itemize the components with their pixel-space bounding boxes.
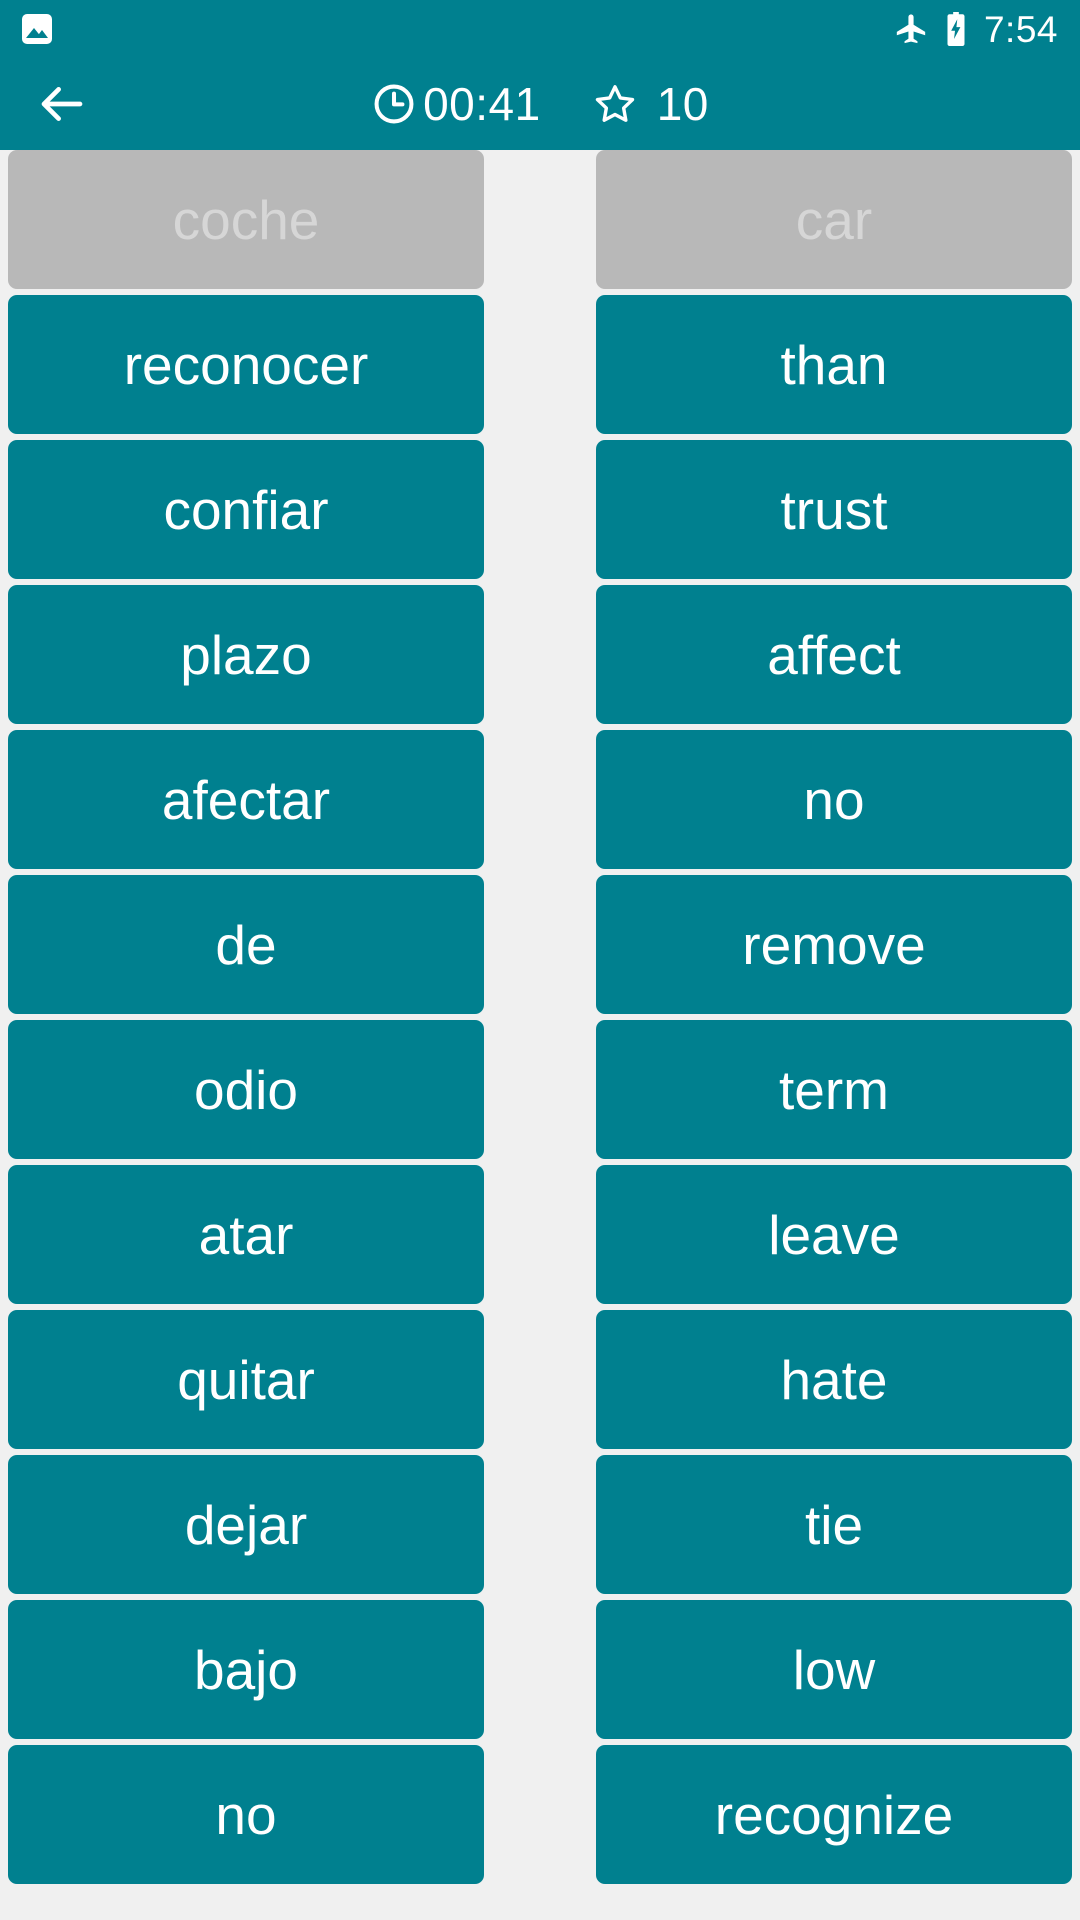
word-card-label: quitar <box>177 1348 315 1411</box>
status-bar-right: 7:54 <box>894 11 1058 48</box>
star-outline-icon <box>595 85 634 122</box>
word-card-left[interactable]: confiar <box>8 440 484 579</box>
word-card-label: leave <box>768 1203 900 1266</box>
word-card-left[interactable]: afectar <box>8 730 484 869</box>
score-value: 10 <box>656 78 709 130</box>
word-card-label: trust <box>780 478 888 541</box>
word-card-left[interactable]: quitar <box>8 1310 484 1449</box>
word-card-right[interactable]: term <box>596 1020 1072 1159</box>
word-card-right[interactable]: affect <box>596 585 1072 724</box>
word-card-label: dejar <box>184 1493 308 1556</box>
back-arrow-icon <box>41 87 83 121</box>
word-card-left: coche <box>8 150 484 289</box>
word-card-right[interactable]: trust <box>596 440 1072 579</box>
word-card-left[interactable]: bajo <box>8 1600 484 1739</box>
timer-value: 00:41 <box>423 78 541 130</box>
word-card-right[interactable]: hate <box>596 1310 1072 1449</box>
word-card-right[interactable]: remove <box>596 875 1072 1014</box>
app-root: 7:54 00:41 10 coche reconocer confiar pl… <box>0 0 1080 1920</box>
matching-game-board: coche reconocer confiar plazo afectar de odio a… <box>0 150 1080 1920</box>
word-card-right[interactable]: leave <box>596 1165 1072 1304</box>
word-card-left[interactable]: atar <box>8 1165 484 1304</box>
word-card-label: afectar <box>161 768 331 831</box>
status-bar: 7:54 <box>0 0 1080 58</box>
clock-icon <box>374 84 414 124</box>
word-card-label: hate <box>780 1348 888 1411</box>
word-card-label: than <box>780 333 888 396</box>
word-card-label: no <box>803 768 865 831</box>
status-bar-left <box>22 14 52 44</box>
word-card-right[interactable]: no <box>596 730 1072 869</box>
word-card-label: odio <box>194 1058 298 1121</box>
app-bar: 00:41 10 <box>0 58 1080 150</box>
word-card-left[interactable]: no <box>8 1745 484 1884</box>
word-card-left[interactable]: odio <box>8 1020 484 1159</box>
word-card-right[interactable]: tie <box>596 1455 1072 1594</box>
battery-charging-icon <box>947 12 965 46</box>
word-card-label: no <box>215 1783 277 1846</box>
word-card-label: low <box>792 1638 876 1701</box>
word-card-right: car <box>596 150 1072 289</box>
timer-group: 00:41 <box>371 81 541 127</box>
airplane-mode-icon <box>896 14 926 44</box>
word-card-label: confiar <box>163 478 329 541</box>
word-card-label: de <box>215 913 277 976</box>
word-card-left[interactable]: reconocer <box>8 295 484 434</box>
score-group: 10 <box>591 80 709 128</box>
app-bar-stats: 00:41 10 <box>98 80 982 128</box>
word-card-right[interactable]: than <box>596 295 1072 434</box>
word-card-label: plazo <box>180 623 312 686</box>
word-card-label: reconocer <box>123 333 369 396</box>
word-card-right[interactable]: recognize <box>596 1745 1072 1884</box>
word-card-label: tie <box>804 1493 864 1556</box>
back-button[interactable] <box>26 68 98 140</box>
status-bar-clock: 7:54 <box>983 8 1058 50</box>
word-card-left[interactable]: dejar <box>8 1455 484 1594</box>
word-card-label: remove <box>742 913 926 976</box>
word-card-label: recognize <box>714 1783 954 1846</box>
word-card-label: bajo <box>194 1638 298 1701</box>
word-card-label: coche <box>172 188 320 251</box>
word-card-label: affect <box>767 623 901 686</box>
photo-icon <box>22 14 52 44</box>
word-card-left[interactable]: plazo <box>8 585 484 724</box>
word-card-label: atar <box>198 1203 294 1266</box>
word-card-label: term <box>779 1058 889 1121</box>
target-language-column: car than trust affect no remove term leave hate t… <box>596 150 1072 1920</box>
word-card-right[interactable]: low <box>596 1600 1072 1739</box>
source-language-column: coche reconocer confiar plazo afectar de odio a… <box>8 150 484 1920</box>
word-card-label: car <box>795 188 873 251</box>
word-card-left[interactable]: de <box>8 875 484 1014</box>
